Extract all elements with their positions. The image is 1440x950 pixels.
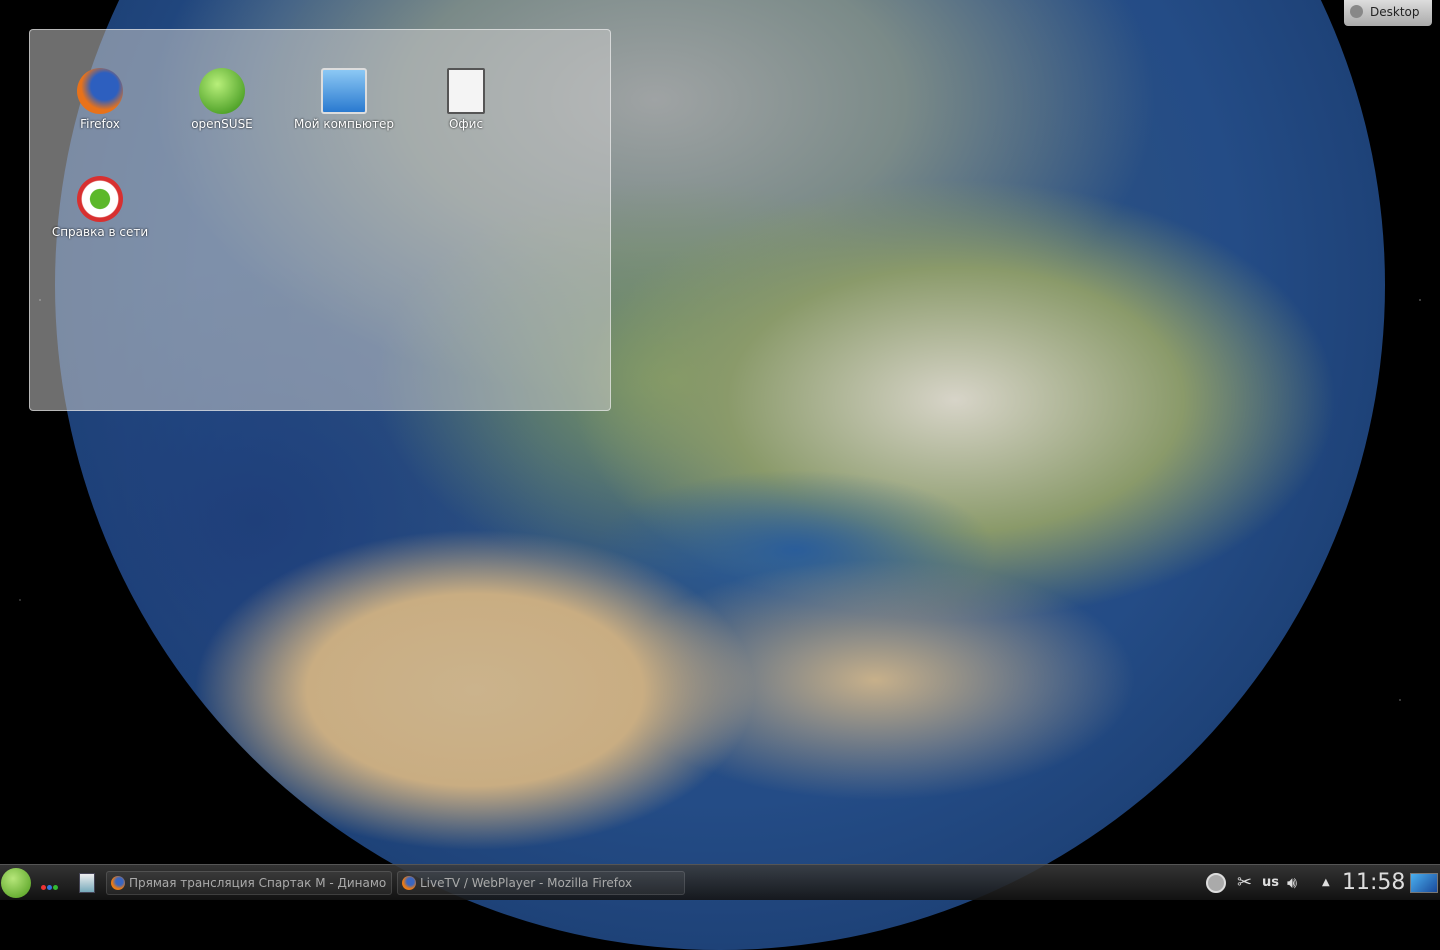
firefox-icon <box>402 876 416 890</box>
task-livetv-webplayer[interactable]: LiveTV / WebPlayer - Mozilla Firefox <box>397 871 685 895</box>
desktop-icon-office[interactable]: Офис <box>416 68 516 131</box>
folder-view[interactable]: Firefox openSUSE Мой компьютер Офис Спра… <box>29 29 611 411</box>
desktop-toolbox-button[interactable]: Desktop <box>1344 0 1432 26</box>
plasma-icon <box>1350 5 1363 18</box>
network-icon[interactable] <box>1206 873 1226 893</box>
taskbar-panel: Прямая трансляция Спартак М - Динамо Liv… <box>0 864 1440 900</box>
desktop-icon-online-help[interactable]: Справка в сети <box>50 176 150 239</box>
desktop-icon-opensuse[interactable]: openSUSE <box>172 68 272 131</box>
keyboard-layout[interactable]: us <box>1262 865 1279 901</box>
volume-icon[interactable]: 🔊︎ <box>1287 865 1297 901</box>
help-lifebuoy-icon <box>77 176 123 222</box>
show-hidden-icons-arrow-icon[interactable]: ▲ <box>1322 865 1330 901</box>
activity-manager-button[interactable] <box>41 879 59 893</box>
pager-desktop-icon[interactable] <box>1410 873 1438 893</box>
desktop-icon-firefox[interactable]: Firefox <box>50 68 150 131</box>
application-launcher-button[interactable] <box>1 868 31 898</box>
clipboard-scissors-icon[interactable]: ✂ <box>1237 865 1252 901</box>
document-icon <box>447 68 485 114</box>
task-spartak-stream[interactable]: Прямая трансляция Спартак М - Динамо <box>106 871 392 895</box>
opensuse-icon <box>199 68 245 114</box>
firefox-icon <box>77 68 123 114</box>
file-manager-icon[interactable] <box>79 873 95 893</box>
desktop-icon-my-computer[interactable]: Мой компьютер <box>294 68 394 131</box>
firefox-icon <box>111 876 125 890</box>
clock[interactable]: 11:58 <box>1342 865 1405 901</box>
computer-icon <box>321 68 367 114</box>
